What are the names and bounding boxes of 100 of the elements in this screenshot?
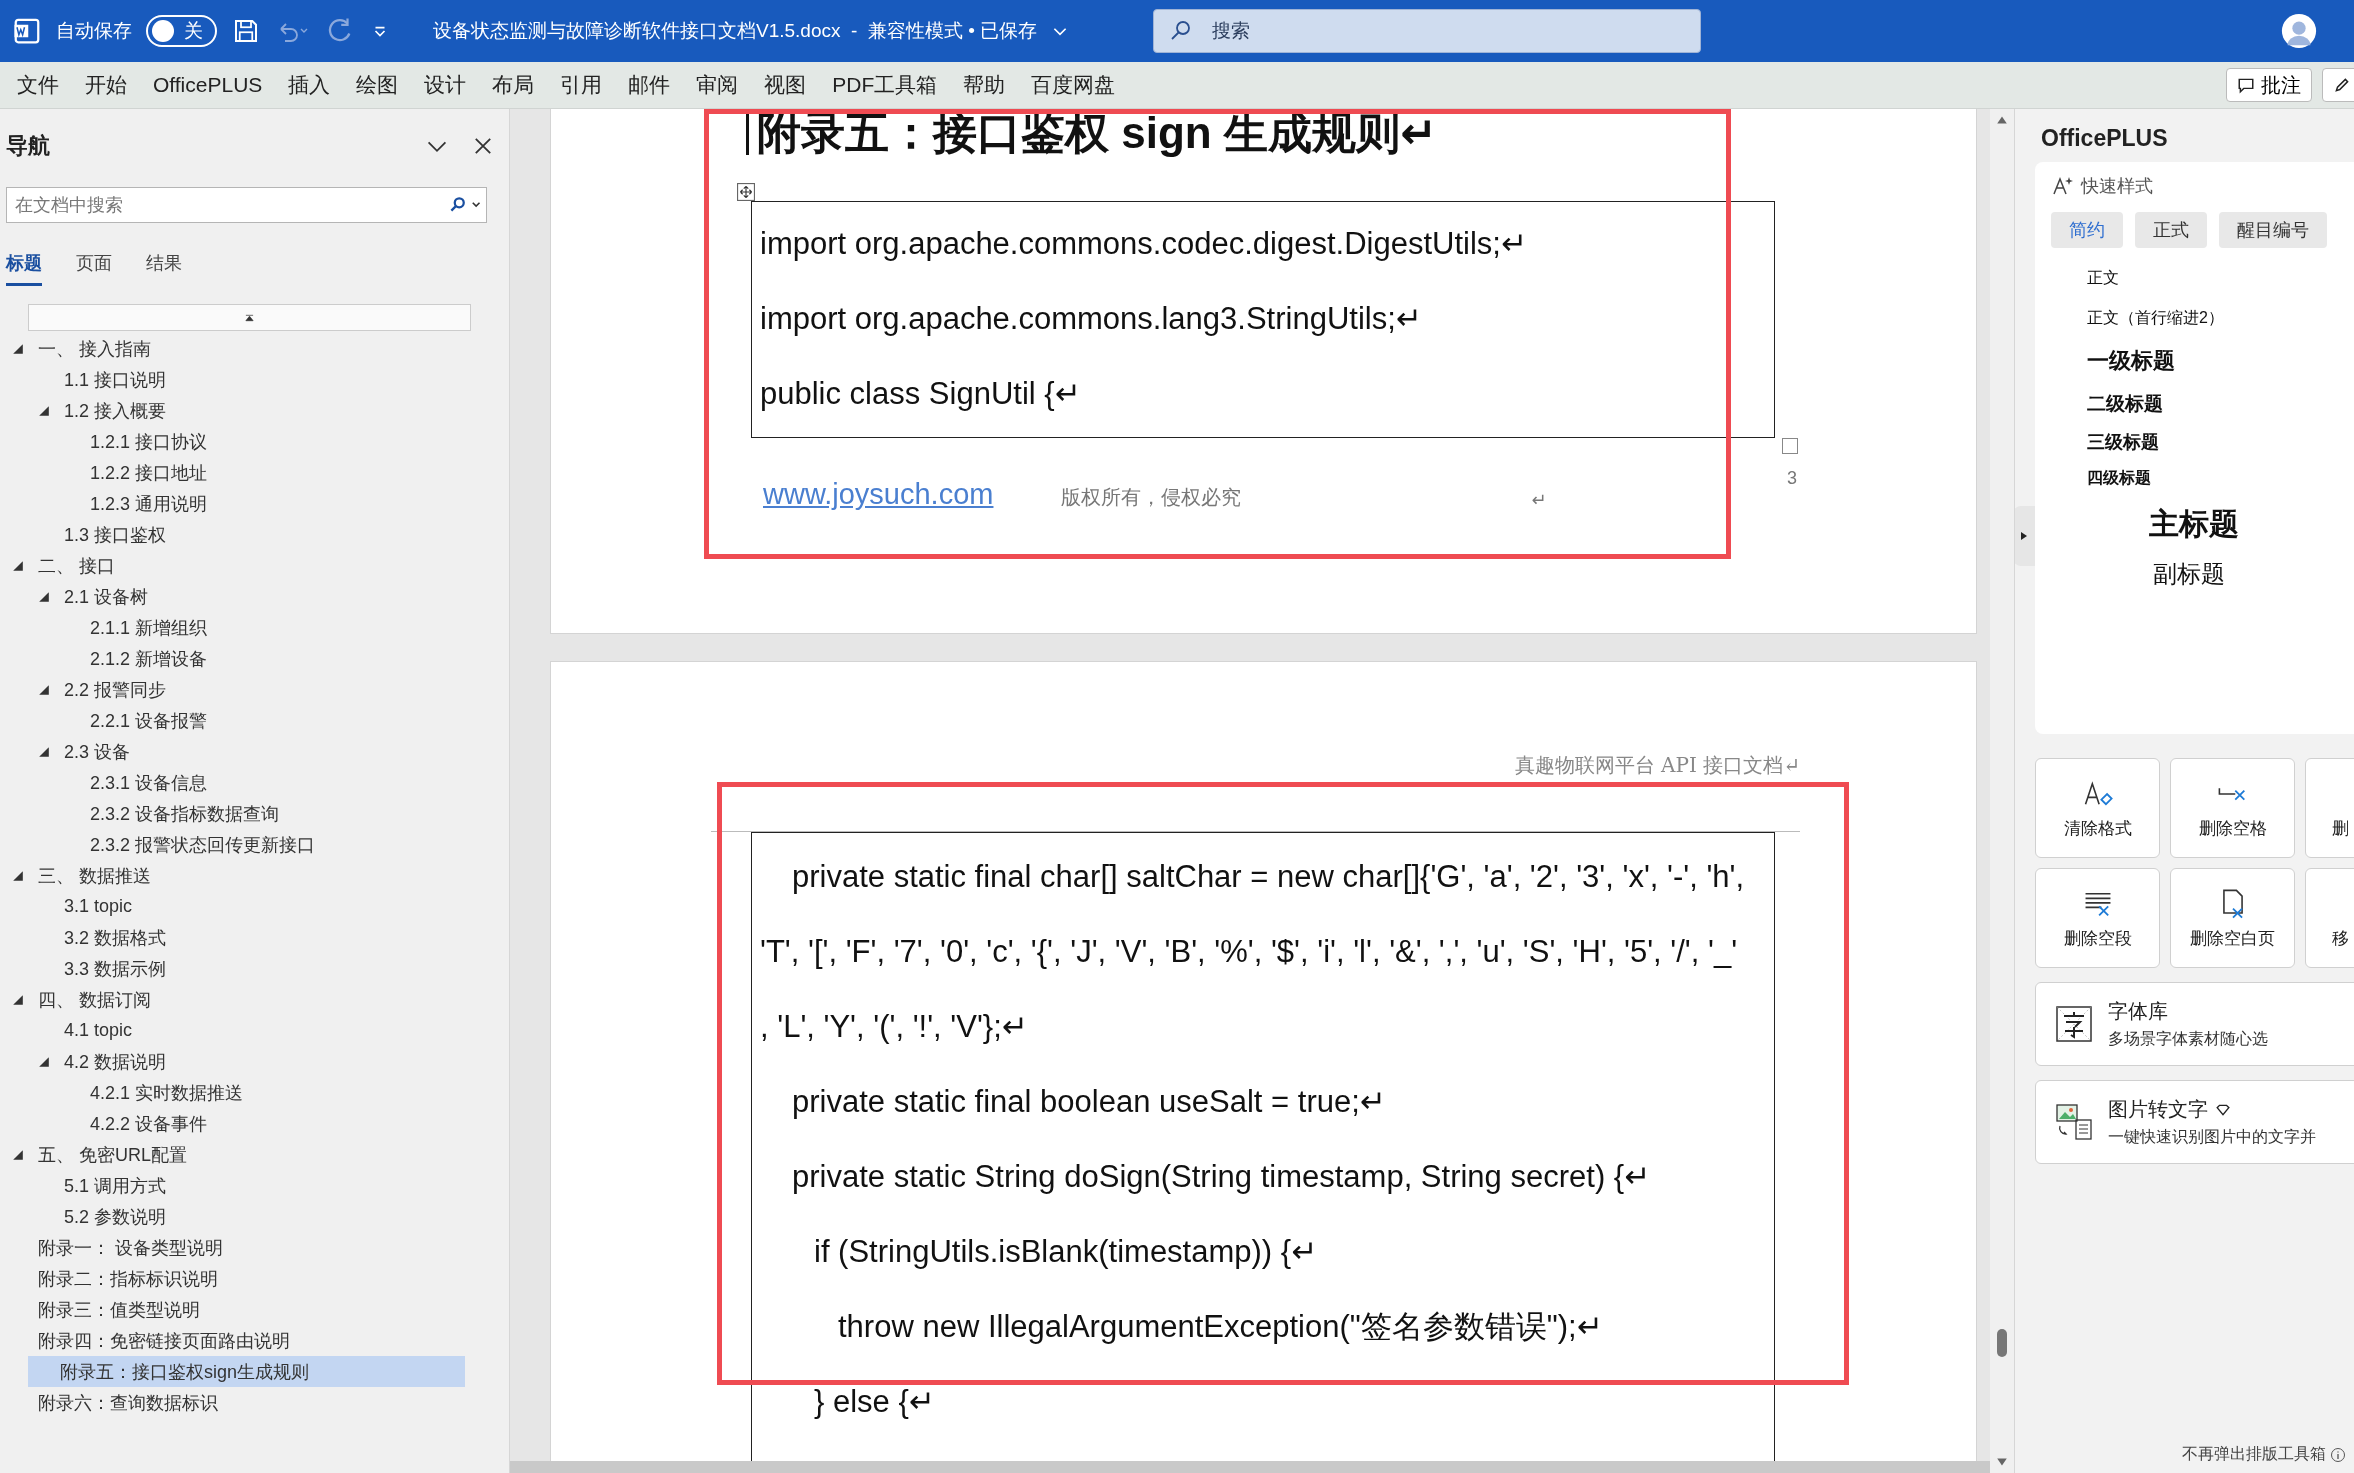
outline-item[interactable]: 4.2.1 实时数据推送: [4, 1077, 465, 1108]
search-icon[interactable]: [449, 196, 483, 214]
expand-icon[interactable]: [12, 559, 24, 572]
outline-item[interactable]: 2.3.1 设备信息: [4, 767, 465, 798]
comment-button[interactable]: 批注: [2226, 68, 2312, 102]
outline-item[interactable]: 2.3 设备: [4, 736, 465, 767]
outline-item[interactable]: 1.3 接口鉴权: [4, 519, 465, 550]
tool-button[interactable]: 清除格式: [2035, 758, 2160, 858]
outline-item[interactable]: 5.1 调用方式: [4, 1170, 465, 1201]
expand-icon[interactable]: [38, 404, 50, 417]
outline-item[interactable]: 一、 接入指南: [4, 333, 465, 364]
outline-item[interactable]: 2.1.2 新增设备: [4, 643, 465, 674]
tool-button[interactable]: 删: [2305, 758, 2354, 858]
avatar-icon[interactable]: [2280, 12, 2318, 50]
horizontal-scrollbar[interactable]: [510, 1461, 1990, 1473]
ribbon-tab[interactable]: 百度网盘: [1018, 65, 1129, 105]
style-item[interactable]: 一级标题: [2087, 338, 2354, 384]
dismiss-link[interactable]: 不再弹出排版工具箱: [2182, 1444, 2326, 1465]
code-line: private static String doSign(String timestamp, String secret) {↵: [791, 1158, 1652, 1196]
outline-item[interactable]: 2.2.1 设备报警: [4, 705, 465, 736]
outline-item[interactable]: 2.1 设备树: [4, 581, 465, 612]
scroll-thumb[interactable]: [1997, 1329, 2007, 1357]
info-icon[interactable]: [2330, 1446, 2346, 1463]
outline-item[interactable]: 附录一： 设备类型说明: [4, 1232, 465, 1263]
ribbon-tab[interactable]: OfficePLUS: [140, 65, 276, 105]
word-icon[interactable]: [12, 16, 42, 46]
outline-item[interactable]: 1.1 接口说明: [4, 364, 465, 395]
style-tab[interactable]: 醒目编号: [2219, 212, 2327, 248]
search-field[interactable]: 在文档中搜索: [6, 187, 487, 223]
outline-item[interactable]: 3.3 数据示例: [4, 953, 465, 984]
outline-item[interactable]: 五、 免密URL配置: [4, 1139, 465, 1170]
outline-item[interactable]: 1.2.2 接口地址: [4, 457, 465, 488]
resize-handle[interactable]: [1782, 438, 1798, 454]
pane-tab[interactable]: 结果: [146, 251, 182, 286]
outline-item[interactable]: 1.2.1 接口协议: [4, 426, 465, 457]
expand-icon[interactable]: [38, 590, 50, 603]
outline-item[interactable]: 5.2 参数说明: [4, 1201, 465, 1232]
expand-icon[interactable]: [12, 869, 24, 882]
outline-item[interactable]: 1.2.3 通用说明: [4, 488, 465, 519]
outline-item[interactable]: 2.3.2 报警状态回传更新接口: [4, 829, 465, 860]
ribbon-tab[interactable]: 绘图: [343, 65, 412, 105]
autosave-toggle[interactable]: 关: [146, 15, 217, 47]
outline-item[interactable]: 附录五：接口鉴权sign生成规则: [28, 1356, 465, 1387]
outline-item[interactable]: 3.2 数据格式: [4, 922, 465, 953]
ribbon-tab[interactable]: 插入: [275, 65, 344, 105]
feature-card[interactable]: 字体库 多场景字体素材随心选: [2035, 982, 2354, 1066]
outline-item[interactable]: 二、 接口: [4, 550, 465, 581]
feature-card[interactable]: 图片转文字 一键快速识别图片中的文字并: [2035, 1080, 2354, 1164]
expand-icon[interactable]: [12, 342, 24, 355]
website-link[interactable]: www.joysuch.com: [763, 478, 994, 511]
ribbon-tab[interactable]: 邮件: [615, 65, 684, 105]
outline-item[interactable]: 1.2 接入概要: [4, 395, 465, 426]
ribbon-tab[interactable]: 布局: [479, 65, 548, 105]
outline-item[interactable]: 2.1.1 新增组织: [4, 612, 465, 643]
style-item[interactable]: 副标题: [2153, 552, 2354, 596]
style-item[interactable]: 四级标题: [2087, 460, 2354, 496]
style-item[interactable]: 正文（首行缩进2）: [2087, 298, 2354, 338]
ribbon-tab[interactable]: 审阅: [683, 65, 752, 105]
tool-button[interactable]: 删除空白页: [2170, 868, 2295, 968]
outline-item[interactable]: 附录四：免密链接页面路由说明: [4, 1325, 465, 1356]
scroll-up-icon[interactable]: [1996, 115, 2008, 125]
outline-item[interactable]: 3.1 topic: [4, 891, 465, 922]
ribbon-tab[interactable]: 引用: [547, 65, 616, 105]
expand-icon[interactable]: [38, 745, 50, 758]
outline-item[interactable]: 4.1 topic: [4, 1015, 465, 1046]
edit-button[interactable]: [2322, 68, 2354, 102]
outline-item[interactable]: 4.2.2 设备事件: [4, 1108, 465, 1139]
expand-icon[interactable]: [38, 683, 50, 696]
outline-item[interactable]: 四、 数据订阅: [4, 984, 465, 1015]
scroll-down-icon[interactable]: [1996, 1457, 2008, 1467]
outline-item[interactable]: 2.3.2 设备指标数据查询: [4, 798, 465, 829]
ribbon-tab[interactable]: 开始: [72, 65, 140, 105]
style-item[interactable]: 正文: [2087, 258, 2354, 298]
ribbon-tab[interactable]: 帮助: [950, 65, 1019, 105]
outline-item[interactable]: 附录三：值类型说明: [4, 1294, 465, 1325]
tool-button[interactable]: 移: [2305, 868, 2354, 968]
expand-icon[interactable]: [38, 1055, 50, 1068]
tool-button[interactable]: 删除空段: [2035, 868, 2160, 968]
style-tab[interactable]: 简约: [2051, 212, 2123, 248]
search-field[interactable]: 搜索: [1153, 9, 1702, 53]
outline-item[interactable]: 4.2 数据说明: [4, 1046, 465, 1077]
style-tab[interactable]: 正式: [2135, 212, 2207, 248]
ribbon-tab[interactable]: 视图: [751, 65, 820, 105]
pane-tab[interactable]: 页面: [76, 251, 112, 286]
ribbon-tab[interactable]: 设计: [411, 65, 480, 105]
outline-item[interactable]: 三、 数据推送: [4, 860, 465, 891]
style-item[interactable]: 主标题: [2149, 496, 2354, 552]
tool-button[interactable]: 删除空格: [2170, 758, 2295, 858]
outline-item[interactable]: 附录六：查询数据标识: [4, 1387, 465, 1418]
ribbon-tab[interactable]: 文件: [4, 65, 72, 105]
style-item[interactable]: 二级标题: [2087, 384, 2354, 424]
style-item[interactable]: 三级标题: [2087, 424, 2354, 460]
expand-icon[interactable]: [12, 993, 24, 1006]
outline-item[interactable]: 2.2 报警同步: [4, 674, 465, 705]
expand-icon[interactable]: [12, 1148, 24, 1161]
move-handle-icon[interactable]: [737, 183, 755, 201]
outline-item[interactable]: 附录二：指标标识说明: [4, 1263, 465, 1294]
pane-tab[interactable]: 标题: [6, 251, 42, 286]
document-title[interactable]: 设备状态监测与故障诊断软件接口文档V1.5.docx - 兼容性模式 • 已保存: [433, 18, 1038, 44]
ribbon-tab[interactable]: PDF工具箱: [819, 65, 951, 105]
